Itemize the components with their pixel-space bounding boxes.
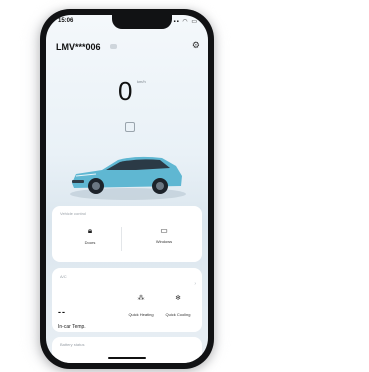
quick-heating-label[interactable]: Quick Heating — [124, 312, 158, 317]
windows-label: Windows — [155, 239, 173, 244]
status-icons: ▪▪ ◠ ▭ — [173, 19, 198, 25]
temp-value: -- — [58, 307, 66, 317]
divider — [121, 227, 122, 251]
lock-icon: 🔒︎ — [87, 226, 93, 235]
notch — [112, 15, 172, 29]
heat-icon[interactable]: ⁂ — [126, 294, 156, 302]
quick-cooling-label[interactable]: Quick Cooling — [161, 312, 195, 317]
panel-title: A/C — [60, 274, 67, 279]
status-time: 15:06 — [58, 18, 74, 24]
doors-label: Doors — [84, 240, 96, 245]
doors-button[interactable]: 🔒︎ Doors — [60, 226, 120, 245]
panel-title: Vehicle control — [60, 211, 87, 216]
chevron-right-icon[interactable]: › — [194, 281, 196, 287]
car-image — [70, 156, 186, 200]
panel-title: Battery status — [60, 342, 85, 347]
battery-panel: Battery status — [52, 337, 202, 363]
home-indicator — [108, 357, 146, 359]
speed-value: 0 — [118, 76, 133, 106]
app-screen: 15:06 ▪▪ ◠ ▭ LMV***006 ⚙ 0 km/h Vehicle … — [46, 15, 208, 363]
vin-dropdown-icon[interactable] — [110, 44, 117, 49]
windows-button[interactable]: ▭ Windows — [134, 226, 194, 244]
speed-unit: km/h — [137, 79, 146, 84]
snowflake-icon[interactable]: ❄ — [163, 294, 193, 302]
vin-label[interactable]: LMV***006 — [56, 42, 101, 52]
temp-label: In-car Temp. — [58, 324, 86, 330]
vehicle-status-icon — [125, 122, 135, 132]
window-icon: ▭ — [160, 226, 168, 235]
gear-icon[interactable]: ⚙ — [192, 40, 200, 51]
